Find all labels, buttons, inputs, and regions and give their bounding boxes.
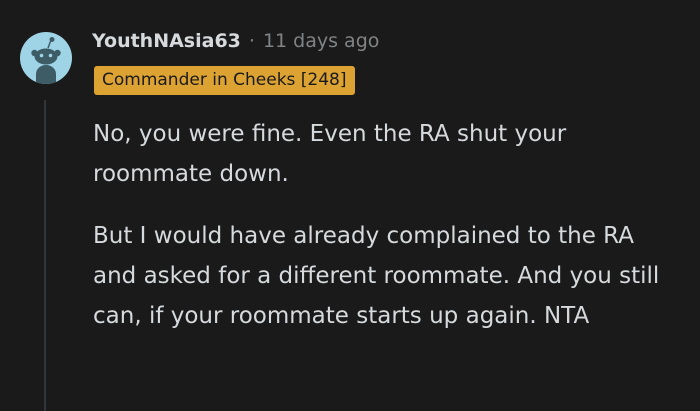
comment-header: YouthNAsia63 · 11 days ago [92,28,379,54]
snoo-avatar-icon[interactable] [20,32,72,84]
timestamp-link[interactable]: 11 days ago [263,30,379,52]
comment-body: No, you were fine. Even the RA shut your… [93,114,683,358]
separator-dot: · [248,30,255,52]
comment-paragraph: No, you were fine. Even the RA shut your… [93,121,567,187]
thread-line[interactable] [44,100,46,411]
comment: YouthNAsia63 · 11 days ago Commander in … [0,0,700,411]
username-link[interactable]: YouthNAsia63 [92,30,241,52]
user-flair: Commander in Cheeks [248] [94,66,355,95]
comment-paragraph: But I would have already complained to t… [93,223,660,329]
